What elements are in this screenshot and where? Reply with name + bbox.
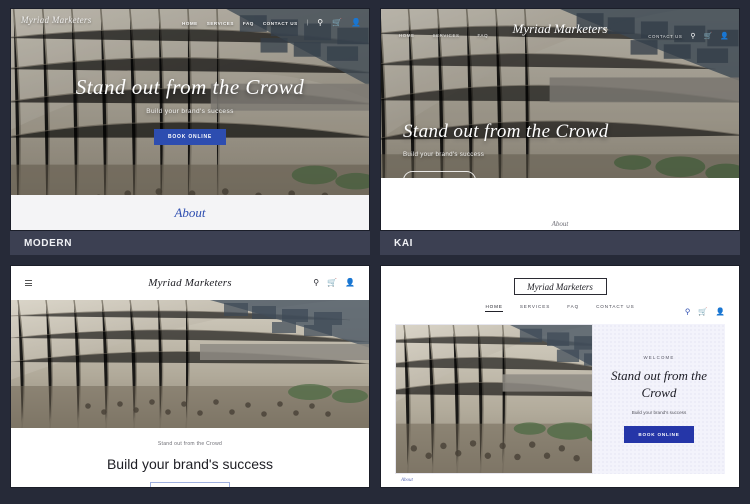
hero-photo-atrium <box>395 324 593 474</box>
account-icon[interactable]: 👤 <box>720 33 729 40</box>
search-icon[interactable]: ⚲ <box>690 33 695 40</box>
nav-item-faq[interactable]: FAQ <box>478 33 489 38</box>
about-heading: About <box>174 204 206 220</box>
account-icon[interactable]: 👤 <box>351 19 361 27</box>
nav-item-home[interactable]: HOME <box>485 304 503 312</box>
about-section: About <box>11 195 369 230</box>
hero-headline: Stand out from the Crowd <box>403 121 609 142</box>
search-icon[interactable]: ⚲ <box>685 308 691 316</box>
hero-section: WELCOME Stand out from the Crowd Build y… <box>381 312 739 474</box>
hero-headline: Stand out from the Crowd <box>75 75 305 99</box>
cart-icon[interactable]: 🛒 <box>704 33 713 40</box>
hero-eyebrow: WELCOME <box>643 355 675 361</box>
nav-item-faq[interactable]: FAQ <box>567 304 579 312</box>
cart-icon[interactable]: 🛒 <box>327 279 337 287</box>
hero-photo-atrium <box>11 300 369 428</box>
main-nav-right[interactable]: CONTACT US ⚲ 🛒 👤 <box>648 33 729 40</box>
about-section: About <box>381 474 739 487</box>
account-icon[interactable]: 👤 <box>345 279 355 287</box>
template-preview-kai[interactable]: HOME SERVICES FAQ Myriad Marketers CONTA… <box>380 8 740 231</box>
nav-item-contact[interactable]: CONTACT US <box>648 34 682 39</box>
hero-subtext: Build your brand's success <box>631 409 687 415</box>
template-label-kai: KAI <box>380 231 740 255</box>
hero-overlay: HOME SERVICES FAQ Myriad Marketers CONTA… <box>381 9 739 230</box>
template-name: MODERN <box>24 237 73 249</box>
hero-content: Stand out from the Crowd Build your bran… <box>11 75 369 145</box>
template-card-kai[interactable]: HOME SERVICES FAQ Myriad Marketers CONTA… <box>380 8 740 255</box>
template-preview-four[interactable]: Myriad Marketers HOME SERVICES FAQ CONTA… <box>380 265 740 488</box>
site-logo: Myriad Marketers <box>527 281 593 292</box>
header-icons[interactable]: ⚲ 🛒 👤 <box>685 308 725 316</box>
account-icon[interactable]: 👤 <box>716 308 725 316</box>
hero-subtext: Build your brand's success <box>146 108 234 115</box>
intro-eyebrow: Stand out from the Crowd <box>157 441 223 447</box>
nav-item-home[interactable]: HOME <box>399 33 415 38</box>
template-name: KAI <box>394 237 414 249</box>
site-logo[interactable]: Myriad Marketers <box>148 277 232 289</box>
nav-item-services[interactable]: SERVICES <box>207 21 234 26</box>
nav-item-services[interactable]: SERVICES <box>520 304 550 312</box>
template-card-four[interactable]: Myriad Marketers HOME SERVICES FAQ CONTA… <box>380 265 740 504</box>
book-online-button[interactable]: BOOK ONLINE <box>624 425 694 443</box>
template-label-modern: MODERN <box>10 231 370 255</box>
hero-overlay: Myriad Marketers HOME SERVICES FAQ CONTA… <box>11 9 369 230</box>
nav-item-contact[interactable]: CONTACT US <box>263 21 298 26</box>
nav-divider: | <box>306 20 309 26</box>
hamburger-menu-icon[interactable] <box>25 280 32 286</box>
main-nav[interactable]: HOME SERVICES FAQ CONTACT US | ⚲ 🛒 👤 <box>182 19 361 27</box>
nav-item-contact[interactable]: CONTACT US <box>596 304 634 312</box>
hero-text-panel: WELCOME Stand out from the Crowd Build y… <box>593 324 725 474</box>
template-preview-three[interactable]: Myriad Marketers ⚲ 🛒 👤 Stand out from th… <box>10 265 370 488</box>
main-nav-left[interactable]: HOME SERVICES FAQ <box>399 33 488 38</box>
nav-item-services[interactable]: SERVICES <box>433 33 460 38</box>
template-gallery: Myriad Marketers HOME SERVICES FAQ CONTA… <box>0 0 750 504</box>
search-icon[interactable]: ⚲ <box>313 279 319 287</box>
book-online-button[interactable]: BOOK ONLINE <box>153 129 227 145</box>
about-heading: About <box>551 220 569 228</box>
site-logo-box[interactable]: Myriad Marketers <box>513 278 607 295</box>
template-card-three[interactable]: Myriad Marketers ⚲ 🛒 👤 Stand out from th… <box>10 265 370 504</box>
about-section: About <box>381 178 739 230</box>
site-header: Myriad Marketers HOME SERVICES FAQ CONTA… <box>381 266 739 315</box>
nav-item-faq[interactable]: FAQ <box>243 21 254 26</box>
search-icon[interactable]: ⚲ <box>317 19 323 27</box>
site-header: Myriad Marketers ⚲ 🛒 👤 <box>11 266 369 300</box>
about-heading: About <box>401 478 413 483</box>
site-logo[interactable]: Myriad Marketers <box>21 15 92 25</box>
site-logo[interactable]: Myriad Marketers <box>513 21 608 37</box>
hero-headline: Stand out from the Crowd <box>611 368 707 400</box>
template-card-modern[interactable]: Myriad Marketers HOME SERVICES FAQ CONTA… <box>10 8 370 255</box>
cart-icon[interactable]: 🛒 <box>332 19 342 27</box>
nav-item-home[interactable]: HOME <box>182 21 198 26</box>
header-icons[interactable]: ⚲ 🛒 👤 <box>313 279 355 287</box>
book-online-button[interactable]: BOOK ONLINE <box>150 482 230 487</box>
intro-section: Stand out from the Crowd Build your bran… <box>11 428 369 487</box>
cart-icon[interactable]: 🛒 <box>698 308 707 316</box>
hero-subtext: Build your brand's success <box>403 151 485 158</box>
template-preview-modern[interactable]: Myriad Marketers HOME SERVICES FAQ CONTA… <box>10 8 370 231</box>
intro-headline: Build your brand's success <box>106 456 274 472</box>
